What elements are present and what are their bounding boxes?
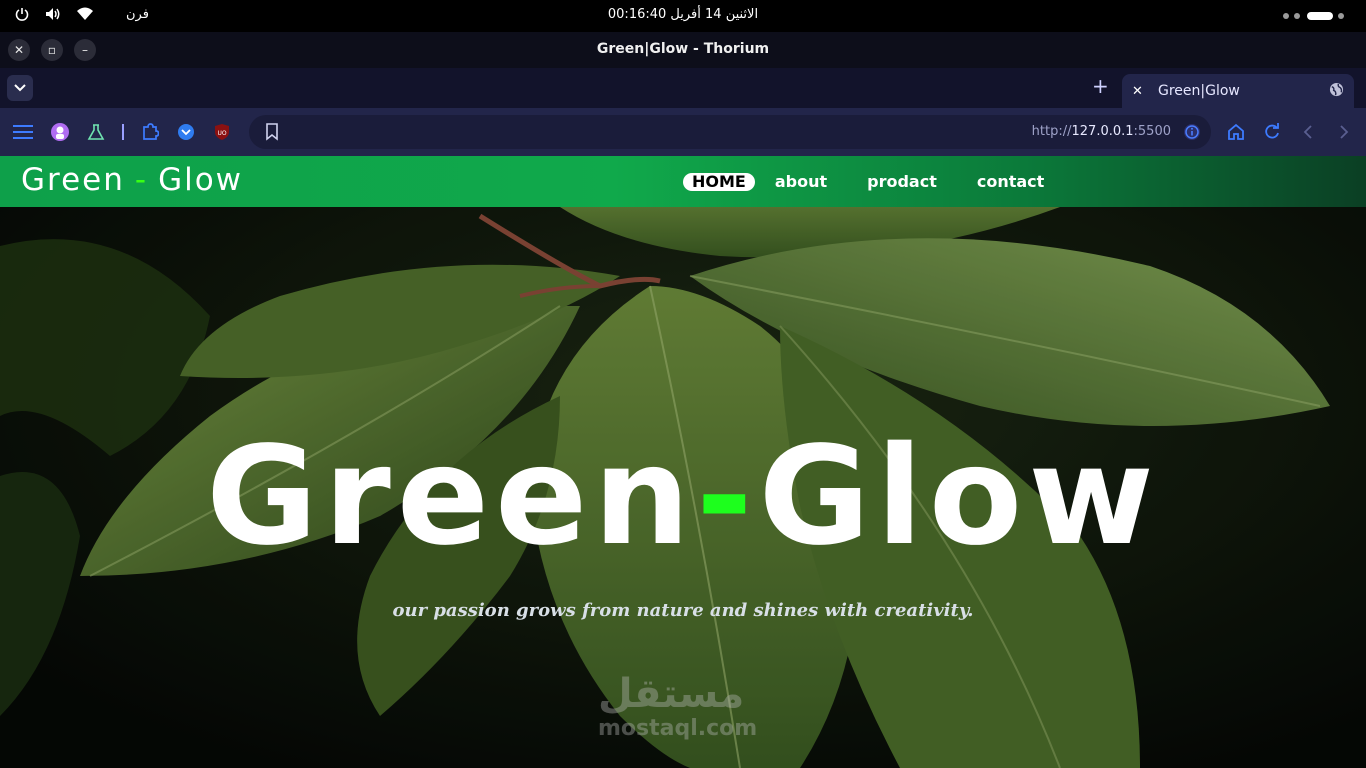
url-text[interactable]: http://127.0.0.1:5500	[1032, 124, 1171, 139]
window-minimize-button[interactable]: –	[74, 39, 96, 61]
site-logo[interactable]: Green - Glow	[21, 162, 243, 198]
workspace-dot[interactable]	[1294, 13, 1300, 19]
toolbar-divider	[122, 124, 124, 140]
nav-links: HOME about prodact contact	[683, 172, 1084, 191]
workspace-dot[interactable]	[1283, 13, 1289, 19]
hero-title-glow: Glow	[758, 418, 1160, 576]
keyboard-language[interactable]: فرن	[126, 7, 149, 22]
logo-text-glow: Glow	[158, 162, 244, 198]
browser-toolbar: UO http://127.0.0.1:5500	[0, 108, 1366, 156]
wifi-icon[interactable]	[76, 6, 94, 22]
url-port: :5500	[1133, 124, 1171, 139]
new-tab-button[interactable]: +	[1092, 76, 1109, 96]
url-scheme: http://	[1031, 124, 1072, 139]
hero-subtitle: our passion grows from nature and shines…	[392, 600, 974, 621]
power-icon[interactable]	[14, 6, 30, 22]
clock[interactable]: الاثنين 14 أفريل 00:16:40	[608, 7, 758, 22]
reload-icon[interactable]	[1261, 121, 1283, 143]
url-host: 127.0.0.1	[1071, 124, 1134, 139]
vpn-shield-icon[interactable]	[175, 121, 197, 143]
site-info-icon[interactable]	[1181, 121, 1203, 143]
hero-title-green: Green	[206, 418, 697, 576]
back-icon[interactable]	[1297, 121, 1319, 143]
globe-icon	[1329, 82, 1344, 101]
hero-title-dash: -	[696, 418, 759, 576]
logo-dash: -	[134, 162, 149, 198]
web-page: Green - Glow HOME about prodact contact Gr…	[0, 156, 1366, 768]
nav-link-home[interactable]: HOME	[683, 172, 755, 191]
hero-title: Green-Glow	[0, 418, 1366, 576]
workspace-dot[interactable]	[1338, 13, 1344, 19]
profile-icon[interactable]	[49, 121, 71, 143]
window-title-bar: ✕ ▫ – Green|Glow - Thorium	[0, 32, 1366, 68]
tab-label: Green|Glow	[1158, 83, 1240, 99]
home-icon[interactable]	[1225, 121, 1247, 143]
chevron-down-icon	[14, 84, 26, 92]
window-close-button[interactable]: ✕	[8, 39, 30, 61]
menu-icon[interactable]	[12, 121, 34, 143]
logo-text-green: Green	[21, 162, 125, 198]
watermark-logo: مستقل mostaql.com	[598, 672, 757, 742]
speaker-icon[interactable]	[44, 6, 62, 22]
watermark-arabic: مستقل	[598, 671, 745, 717]
watermark-latin: mostaql.com	[598, 716, 758, 741]
nav-link-contact[interactable]: contact	[977, 172, 1044, 191]
tab-close-button[interactable]: ✕	[1132, 84, 1150, 99]
window-restore-button[interactable]: ▫	[41, 39, 63, 61]
system-tray[interactable]	[1283, 12, 1344, 20]
forward-icon[interactable]	[1333, 121, 1355, 143]
window-title: Green|Glow - Thorium	[596, 41, 770, 57]
flask-icon[interactable]	[85, 121, 107, 143]
svg-text:UO: UO	[217, 130, 226, 137]
nav-link-prodact[interactable]: prodact	[867, 172, 937, 191]
os-top-bar: فرن الاثنين 14 أفريل 00:16:40	[0, 0, 1366, 32]
ublock-icon[interactable]: UO	[211, 121, 233, 143]
tab-search-button[interactable]	[7, 75, 33, 101]
workspace-active[interactable]	[1307, 12, 1333, 20]
site-navbar: Green - Glow HOME about prodact contact	[0, 156, 1366, 207]
tab-green-glow[interactable]: ✕ Green|Glow	[1122, 74, 1354, 108]
bookmark-icon[interactable]	[261, 121, 283, 143]
address-bar[interactable]: http://127.0.0.1:5500	[249, 115, 1211, 149]
extension-puzzle-icon[interactable]	[139, 121, 161, 143]
tab-strip: + ✕ Green|Glow	[0, 68, 1366, 108]
nav-link-about[interactable]: about	[775, 172, 827, 191]
